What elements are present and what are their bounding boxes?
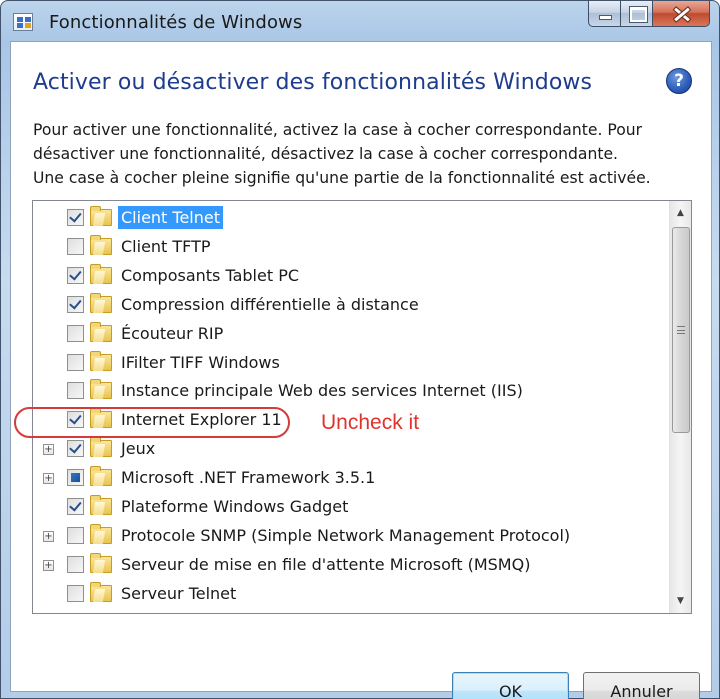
- feature-checkbox[interactable]: [67, 555, 84, 573]
- feature-label[interactable]: Plateforme Windows Gadget: [118, 495, 351, 518]
- features-tree[interactable]: ▲ ▼ Client Telnet Client TFTP Composants T…: [32, 200, 692, 614]
- folder-icon: [90, 292, 112, 313]
- feature-checkbox[interactable]: [67, 353, 84, 371]
- feature-label[interactable]: Microsoft .NET Framework 3.5.1: [118, 466, 378, 489]
- instructions-text: Pour activer une fonctionnalité, activez…: [33, 121, 651, 187]
- feature-row[interactable]: Plateforme Windows Gadget: [33, 492, 669, 521]
- grip-icon: [677, 326, 685, 334]
- feature-checkbox[interactable]: [67, 526, 84, 544]
- feature-row[interactable]: + Microsoft .NET Framework 3.5.1: [33, 463, 669, 492]
- page-title: Activer ou désactiver des fonctionnalité…: [33, 70, 593, 95]
- feature-row[interactable]: + Jeux: [33, 434, 669, 463]
- feature-label[interactable]: Client TFTP: [118, 235, 214, 258]
- title-bar[interactable]: Fonctionnalités de Windows: [1, 1, 719, 41]
- feature-checkbox[interactable]: [67, 237, 84, 255]
- expand-plus-icon[interactable]: +: [43, 530, 54, 542]
- folder-icon: [90, 495, 112, 515]
- feature-checkbox[interactable]: [67, 411, 84, 429]
- folder-icon: [90, 234, 112, 255]
- feature-row[interactable]: IFilter TIFF Windows: [33, 348, 669, 377]
- folder-icon: [90, 206, 112, 226]
- feature-checkbox[interactable]: [67, 324, 84, 342]
- feature-label[interactable]: Serveur de mise en file d'attente Micros…: [118, 553, 533, 576]
- folder-icon: [90, 437, 112, 458]
- feature-label[interactable]: Écouteur RIP: [118, 322, 226, 345]
- ok-button[interactable]: OK: [452, 672, 569, 699]
- expand-plus-icon[interactable]: +: [43, 444, 54, 456]
- close-button[interactable]: [652, 1, 710, 27]
- feature-label[interactable]: Client Telnet: [118, 206, 224, 229]
- feature-label[interactable]: Instance principale Web des services Int…: [118, 379, 526, 402]
- feature-checkbox[interactable]: [67, 469, 84, 487]
- folder-icon: [90, 466, 112, 487]
- feature-row[interactable]: Composants Tablet PC: [33, 261, 669, 290]
- folder-icon: [90, 408, 112, 429]
- window-title: Fonctionnalités de Windows: [49, 12, 303, 33]
- scroll-down-arrow-icon[interactable]: ▼: [672, 591, 689, 611]
- feature-row[interactable]: Instance principale Web des services Int…: [33, 376, 669, 405]
- folder-icon: [90, 523, 112, 544]
- feature-label[interactable]: Composants Tablet PC: [118, 264, 302, 287]
- folder-icon: [90, 379, 112, 400]
- features-window: Fonctionnalités de Windows Activer ou dé…: [0, 0, 720, 699]
- feature-row[interactable]: Écouteur RIP: [33, 319, 669, 348]
- feature-row[interactable]: Serveur Telnet: [33, 579, 669, 608]
- scroll-thumb[interactable]: [672, 227, 690, 433]
- feature-checkbox[interactable]: [67, 209, 84, 226]
- feature-row[interactable]: + Serveur de mise en file d'attente Micro…: [33, 550, 669, 579]
- feature-label[interactable]: Internet Explorer 11: [118, 408, 285, 431]
- expand-plus-icon[interactable]: +: [43, 473, 54, 485]
- caption-buttons: [588, 1, 710, 27]
- feature-checkbox[interactable]: [67, 584, 84, 602]
- scroll-up-arrow-icon[interactable]: ▲: [672, 203, 689, 223]
- feature-label[interactable]: Protocole SNMP (Simple Network Managemen…: [118, 524, 573, 547]
- folder-icon: [90, 581, 112, 602]
- cancel-button[interactable]: Annuler: [583, 672, 700, 699]
- maximize-button[interactable]: [620, 1, 652, 27]
- feature-row[interactable]: Client Telnet: [33, 203, 669, 232]
- feature-checkbox[interactable]: [67, 382, 84, 400]
- feature-checkbox[interactable]: [67, 440, 84, 458]
- feature-checkbox[interactable]: [67, 295, 84, 313]
- feature-row[interactable]: Compression différentielle à distance: [33, 290, 669, 319]
- feature-label[interactable]: Jeux: [118, 437, 158, 460]
- dialog-client-area: Activer ou désactiver des fonctionnalité…: [10, 41, 712, 699]
- windows-features-icon: [13, 13, 33, 31]
- folder-icon: [90, 552, 112, 573]
- expand-plus-icon[interactable]: +: [43, 559, 54, 571]
- feature-row[interactable]: Client TFTP: [33, 232, 669, 261]
- minimize-button[interactable]: [588, 1, 620, 27]
- help-icon[interactable]: ?: [666, 68, 692, 94]
- feature-row[interactable]: + Protocole SNMP (Simple Network Manageme…: [33, 521, 669, 550]
- feature-checkbox[interactable]: [67, 266, 84, 284]
- folder-icon: [90, 321, 112, 342]
- feature-label[interactable]: IFilter TIFF Windows: [118, 351, 283, 374]
- feature-label[interactable]: Compression différentielle à distance: [118, 293, 422, 316]
- folder-icon: [90, 350, 112, 371]
- feature-checkbox[interactable]: [67, 498, 84, 515]
- feature-label[interactable]: Serveur Telnet: [118, 582, 239, 605]
- folder-icon: [90, 263, 112, 284]
- annotation-text: Uncheck it: [321, 411, 420, 434]
- vertical-scrollbar[interactable]: ▲ ▼: [669, 201, 691, 613]
